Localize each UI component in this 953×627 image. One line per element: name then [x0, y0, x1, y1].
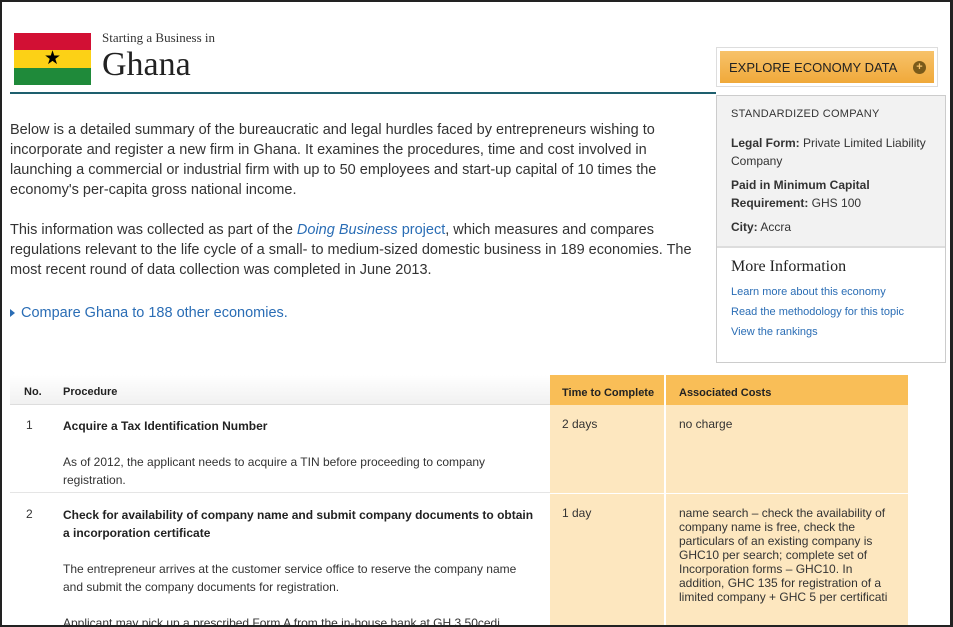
star-icon: ★ — [43, 47, 62, 70]
sidebar: STANDARDIZED COMPANY Legal Form: Private… — [716, 95, 946, 363]
ghana-flag-icon: ★ — [14, 33, 91, 85]
doing-business-link[interactable]: Doing Business project — [297, 222, 445, 238]
procedure-cell: Check for availability of company name a… — [50, 494, 550, 627]
cost-cell: no charge — [666, 405, 908, 493]
table-row: 1 Acquire a Tax Identification Number As… — [10, 405, 908, 494]
legal-form: Legal Form: Private Limited Liability Co… — [731, 136, 926, 168]
procedure-description-extra: Applicant may pick up a prescribed Form … — [63, 616, 504, 627]
rankings-link[interactable]: View the rankings — [731, 326, 931, 338]
explore-button-frame: EXPLORE ECONOMY DATA + — [716, 47, 938, 87]
table-header: No. Procedure Time to Complete Associate… — [10, 375, 908, 405]
compare-economies-link[interactable]: Compare Ghana to 188 other economies. — [10, 305, 288, 321]
header-divider — [10, 92, 716, 94]
methodology-link[interactable]: Read the methodology for this topic — [731, 306, 931, 318]
triangle-right-icon — [10, 309, 15, 317]
standardized-company-heading: STANDARDIZED COMPANY — [731, 108, 880, 120]
procedures-table: No. Procedure Time to Complete Associate… — [10, 375, 908, 627]
cost-cell: name search – check the availability of … — [666, 494, 908, 625]
page-frame: ★ Starting a Business in Ghana EXPLORE E… — [0, 0, 953, 627]
minimum-capital: Paid in Minimum Capital Requirement: GHS… — [731, 178, 870, 210]
header-time: Time to Complete — [550, 375, 666, 405]
city: City: Accra — [731, 220, 792, 234]
standardized-company-panel: STANDARDIZED COMPANY Legal Form: Private… — [717, 96, 945, 248]
procedure-title: Acquire a Tax Identification Number — [63, 419, 268, 433]
explore-button-label: EXPLORE ECONOMY DATA — [729, 59, 898, 75]
time-cell: 2 days — [550, 405, 666, 493]
table-row: 2 Check for availability of company name… — [10, 494, 908, 627]
time-cell: 1 day — [550, 494, 666, 625]
row-number: 1 — [10, 405, 50, 493]
row-number: 2 — [26, 507, 33, 521]
intro-text: Below is a detailed summary of the burea… — [10, 120, 700, 300]
intro-paragraph-1: Below is a detailed summary of the burea… — [10, 122, 657, 198]
learn-more-link[interactable]: Learn more about this economy — [731, 286, 931, 298]
header-cost: Associated Costs — [666, 375, 908, 405]
procedure-description: As of 2012, the applicant needs to acqui… — [63, 455, 486, 487]
intro-paragraph-2: This information was collected as part o… — [10, 222, 692, 278]
more-information-heading: More Information — [731, 258, 847, 275]
header-procedure: Procedure — [50, 375, 550, 405]
plus-circle-icon: + — [913, 60, 926, 74]
header-no: No. — [10, 375, 50, 405]
page-title: Ghana — [102, 46, 191, 83]
more-information-panel: More Information Learn more about this e… — [717, 248, 945, 356]
page-pre-title: Starting a Business in — [102, 30, 216, 45]
explore-economy-data-button[interactable]: EXPLORE ECONOMY DATA + — [720, 51, 934, 83]
procedure-title: Check for availability of company name a… — [63, 508, 534, 540]
procedure-description: The entrepreneur arrives at the customer… — [63, 562, 517, 594]
procedure-cell: Acquire a Tax Identification Number As o… — [50, 405, 550, 493]
